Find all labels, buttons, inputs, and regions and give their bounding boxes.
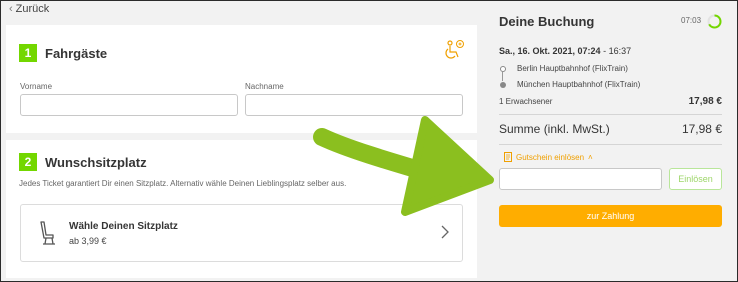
voucher-toggle[interactable]: Gutschein einlösen ˄ bbox=[504, 152, 593, 162]
seat-description: Jedes Ticket garantiert Dir einen Sitzpl… bbox=[19, 179, 347, 188]
booking-title: Deine Buchung bbox=[499, 14, 595, 29]
booking-summary: Deine Buchung 07:03 Sa., 16. Okt. 2021, … bbox=[488, 0, 738, 282]
last-name-input[interactable] bbox=[245, 94, 463, 116]
wheelchair-icon[interactable] bbox=[443, 39, 465, 61]
summary-divider bbox=[499, 114, 722, 115]
chevron-up-icon: ˄ bbox=[588, 152, 593, 162]
voucher-code-input[interactable] bbox=[499, 168, 662, 190]
total-note: (inkl. MwSt.) bbox=[543, 122, 610, 136]
countdown-timer: 07:03 bbox=[681, 16, 702, 25]
total-price: 17,98 € bbox=[681, 122, 722, 136]
first-name-input[interactable] bbox=[20, 94, 238, 116]
passengers-title: Fahrgäste bbox=[45, 45, 108, 61]
route-line bbox=[502, 72, 503, 81]
destination-station: München Hauptbahnhof (FlixTrain) bbox=[517, 80, 641, 89]
summary-divider bbox=[499, 144, 722, 145]
voucher-icon bbox=[504, 152, 512, 162]
step-number-badge: 1 bbox=[19, 44, 37, 62]
redeem-button[interactable]: Einlösen bbox=[669, 168, 722, 190]
trip-date: Sa., 16. Okt. 2021, 07:24 - 16:37 bbox=[499, 46, 631, 56]
proceed-to-payment-button[interactable]: zur Zahlung bbox=[499, 205, 722, 227]
origin-station: Berlin Hauptbahnhof (FlixTrain) bbox=[517, 64, 628, 73]
seat-title: Wunschsitzplatz bbox=[45, 154, 147, 170]
chevron-left-icon: ‹ bbox=[9, 3, 13, 15]
chevron-right-icon bbox=[441, 225, 449, 239]
passengers-header: 1 Fahrgäste bbox=[19, 44, 107, 62]
trip-arrival: - 16:37 bbox=[600, 46, 632, 56]
choose-seat-title: Wähle Deinen Sitzplatz bbox=[69, 221, 178, 232]
total-word: Summe bbox=[499, 122, 541, 136]
destination-dot-icon bbox=[500, 82, 506, 88]
origin-dot-icon bbox=[500, 66, 506, 72]
seat-header: 2 Wunschsitzplatz bbox=[19, 153, 147, 171]
seat-card: 2 Wunschsitzplatz Jedes Ticket garantier… bbox=[6, 140, 477, 278]
passengers-card: 1 Fahrgäste Vorname Nachname bbox=[6, 25, 477, 133]
trip-departure: Sa., 16. Okt. 2021, 07:24 bbox=[499, 46, 601, 56]
step-number-badge: 2 bbox=[19, 153, 37, 171]
voucher-toggle-label: Gutschein einlösen bbox=[516, 152, 585, 162]
back-label: Zurück bbox=[15, 3, 50, 15]
passenger-count: 1 Erwachsener bbox=[499, 97, 553, 106]
passenger-price: 17,98 € bbox=[688, 96, 722, 107]
last-name-label: Nachname bbox=[245, 82, 284, 91]
total-label: Summe (inkl. MwSt.) bbox=[499, 122, 610, 136]
back-link[interactable]: ‹ Zurück bbox=[9, 3, 49, 15]
first-name-label: Vorname bbox=[20, 82, 53, 91]
choose-seat-price: ab 3,99 € bbox=[69, 236, 107, 246]
choose-seat-button[interactable]: Wähle Deinen Sitzplatz ab 3,99 € bbox=[20, 204, 463, 262]
timer-ring-icon bbox=[707, 14, 722, 29]
seat-icon bbox=[40, 221, 55, 245]
